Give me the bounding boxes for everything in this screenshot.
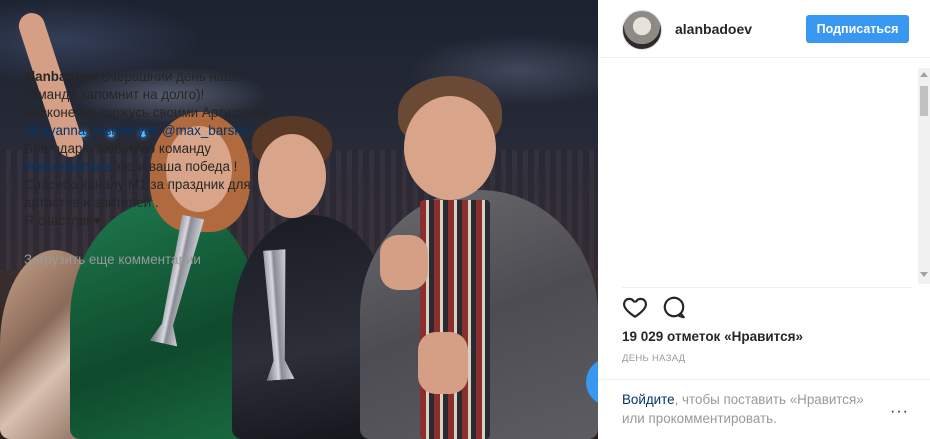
scroll-up-arrow-icon[interactable] [920, 72, 928, 77]
login-prompt: Войдите, чтобы поставить «Нравится» или … [622, 390, 882, 428]
load-more-comments-link[interactable]: Загрузить еще комментарии [24, 252, 201, 267]
caption-text: Вчерашний день наша [101, 69, 243, 84]
heart-outline-icon[interactable] [622, 294, 650, 322]
man-face [404, 96, 496, 200]
caption-text: артистов и зрителей . [24, 195, 159, 210]
follow-button[interactable]: Подписаться [806, 15, 909, 43]
avatar[interactable] [622, 10, 662, 50]
caption-text: Спасибо каналу М1 за праздник для [24, 177, 251, 192]
username-link[interactable]: alanbadoev [675, 21, 752, 37]
likes-count[interactable]: 19 029 отметок «Нравится» [622, 329, 803, 344]
raised-fist [380, 235, 428, 290]
mention-link[interactable]: @max_barskih [162, 123, 252, 138]
hashtag-link[interactable]: #secretservice [24, 159, 110, 174]
caption: alanbadoev Вчерашний день наша команда з… [24, 68, 314, 230]
heart-emoji-icon: ♥ [93, 213, 102, 228]
post-header: alanbadoev Подписаться [598, 0, 930, 58]
login-prompt-text: или прокомментировать. [622, 411, 777, 426]
more-options-icon[interactable]: ··· [890, 403, 909, 421]
thumbs-up-hand [418, 332, 468, 394]
login-link[interactable]: Войдите [622, 392, 675, 407]
caption-author-link[interactable]: alanbadoev [24, 69, 98, 84]
comments-list[interactable]: alanbadoev Вчерашний день наша команда з… [24, 68, 314, 283]
post-timestamp[interactable]: день назад [622, 353, 685, 364]
actions-divider [622, 287, 912, 288]
caption-text: команда запомнит на долго)! [24, 87, 205, 102]
caption-text: Бесконечно горжусь своими Артистами [24, 105, 269, 120]
plaid-shirt [420, 200, 490, 439]
login-divider [598, 379, 930, 380]
login-prompt-text: , чтобы поставить «Нравится» [674, 392, 864, 407]
caption-text: Я счастлив [24, 213, 94, 228]
scrollbar-thumb[interactable] [920, 86, 928, 116]
speech-bubble-icon[interactable] [661, 294, 689, 322]
partially-hidden-comment: · · · · · · · · · · · · · · · · · · [24, 277, 181, 283]
post-side-panel: alanbadoev Подписаться [598, 0, 930, 439]
scroll-down-arrow-icon[interactable] [920, 272, 928, 277]
caption-text: Благодарю любимую команду [24, 141, 211, 156]
caption-text: это и ваша победа ! [110, 159, 238, 174]
mention-link[interactable]: @tayanna_reshetnyak [24, 123, 158, 138]
